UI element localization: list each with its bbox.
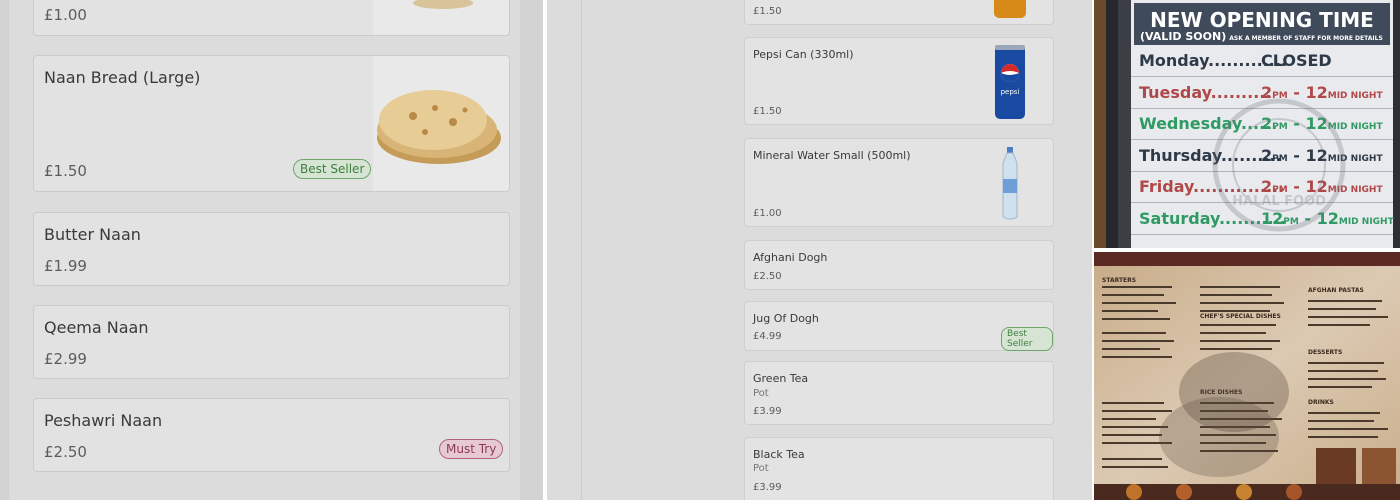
panel-divider — [581, 0, 582, 500]
menu-panel-drinks: £1.50 Pepsi Can (330ml) £1.50 pepsi Mine… — [547, 0, 1092, 500]
menu-heading: STARTERS — [1102, 277, 1136, 284]
menu-heading: AFGHAN PASTAS — [1308, 287, 1364, 294]
naan-image — [373, 56, 509, 191]
item-price: £2.99 — [44, 350, 87, 368]
item-subtitle: Pot — [753, 463, 769, 474]
item-image — [373, 0, 509, 35]
menu-item-card[interactable]: Green Tea Pot £3.99 — [744, 361, 1054, 425]
item-name: Green Tea — [753, 372, 809, 385]
menu-item-card[interactable]: Qeema Naan £2.99 — [33, 305, 510, 379]
opening-time: CLOSED — [1261, 51, 1332, 70]
menu-board-picture: STARTERS AFGHAN PASTAS CHEF'S SPECIAL DI… — [1094, 252, 1400, 500]
item-name: Peshawri Naan — [44, 411, 163, 430]
watermark-text: HALAL FOOD — [1232, 194, 1326, 209]
item-price: £1.00 — [753, 208, 782, 219]
panel-gutter — [520, 0, 543, 500]
menu-item-card[interactable]: Mineral Water Small (500ml) £1.00 — [744, 138, 1054, 227]
menu-board-photo: STARTERS AFGHAN PASTAS CHEF'S SPECIAL DI… — [1094, 252, 1400, 500]
menu-item-card[interactable]: Peshawri Naan £2.50 Must Try — [33, 398, 510, 472]
water-bottle-icon — [1002, 147, 1018, 220]
menu-item-card[interactable]: Black Tea Pot £3.99 — [744, 437, 1054, 500]
panel-edge — [0, 0, 9, 500]
menu-item-card[interactable]: Afghani Dogh £2.50 — [744, 240, 1054, 290]
item-name: Black Tea — [753, 448, 805, 461]
item-price: £4.99 — [753, 331, 782, 342]
sign-subtitle-text: (VALID SOON) — [1140, 30, 1227, 43]
menu-item-card[interactable]: £1.00 — [33, 0, 510, 36]
menu-heading: DRINKS — [1308, 399, 1334, 406]
menu-item-card[interactable]: Jug Of Dogh £4.99 Best Seller — [744, 301, 1054, 351]
item-name: Naan Bread (Large) — [44, 68, 201, 87]
item-name: Pepsi Can (330ml) — [753, 48, 854, 61]
menu-item-card[interactable]: £1.50 — [744, 0, 1054, 25]
item-subtitle: Pot — [753, 388, 769, 399]
item-price: £3.99 — [753, 406, 782, 417]
sign-header: NEW OPENING TIME (VALID SOON) ASK A MEMBE… — [1134, 3, 1390, 45]
pepsi-can-icon: pepsi — [995, 45, 1025, 119]
halal-stamp-watermark: HALAL FOOD — [1212, 98, 1346, 232]
item-name: Jug Of Dogh — [753, 312, 819, 325]
sign-subtitle-note: ASK A MEMBER OF STAFF FOR MORE DETAILS — [1229, 35, 1383, 42]
item-name: Qeema Naan — [44, 318, 149, 337]
item-price: £1.99 — [44, 257, 87, 275]
item-price: £1.50 — [753, 106, 782, 117]
menu-heading: DESSERTS — [1308, 349, 1342, 356]
item-name: Afghani Dogh — [753, 251, 828, 264]
sign-subtitle: (VALID SOON) ASK A MEMBER OF STAFF FOR MO… — [1140, 30, 1383, 43]
item-price: £2.50 — [753, 271, 782, 282]
best-seller-badge: Best Seller — [1001, 327, 1053, 351]
menu-panel-breads: £1.00 Naan Bread (Large) £1.50 Best Sell… — [0, 0, 543, 500]
item-price: £1.00 — [44, 6, 87, 24]
drink-can-icon — [994, 0, 1026, 18]
item-price: £3.99 — [753, 482, 782, 493]
menu-item-card[interactable]: Butter Naan £1.99 — [33, 212, 510, 286]
menu-item-card[interactable]: Naan Bread (Large) £1.50 Best Seller — [33, 55, 510, 192]
best-seller-badge: Best Seller — [293, 159, 372, 179]
item-name: Mineral Water Small (500ml) — [753, 149, 911, 162]
must-try-badge: Must Try — [439, 439, 504, 459]
opening-times-sign: NEW OPENING TIME (VALID SOON) ASK A MEMBE… — [1131, 0, 1394, 248]
item-price: £1.50 — [753, 6, 782, 17]
menu-item-card[interactable]: Pepsi Can (330ml) £1.50 pepsi — [744, 37, 1054, 125]
item-name: Butter Naan — [44, 225, 141, 244]
pepsi-label: pepsi — [1001, 88, 1020, 96]
item-price: £1.50 — [44, 162, 87, 180]
item-price: £2.50 — [44, 443, 87, 461]
opening-times-photo: NEW OPENING TIME (VALID SOON) ASK A MEMBE… — [1094, 0, 1400, 248]
opening-row: Monday............. CLOSED — [1131, 46, 1393, 77]
doorframe-shape — [1094, 0, 1134, 248]
menu-heading: CHEF'S SPECIAL DISHES — [1200, 313, 1281, 320]
sign-title: NEW OPENING TIME — [1150, 8, 1374, 32]
